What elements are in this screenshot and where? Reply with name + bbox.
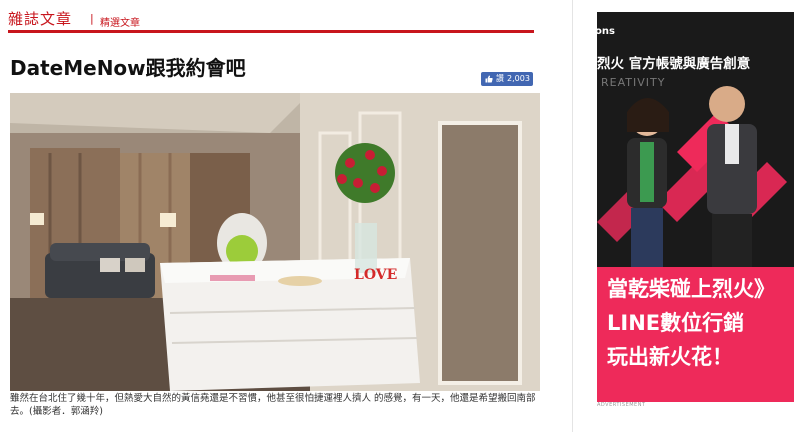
ad-people-illustration [597, 86, 787, 267]
ad-creativity: REATIVITY [601, 76, 666, 89]
like-count: 2,003 [507, 74, 530, 83]
ad-brand: ons [597, 26, 615, 37]
article-title: DateMeNow跟我約會吧 [10, 56, 246, 80]
section-rule [8, 30, 534, 33]
section-header: 雜誌文章 | 精選文章 [8, 6, 534, 34]
section-separator: | [90, 12, 94, 25]
photo-sign: LOVE [354, 267, 398, 283]
thumbs-up-icon [485, 75, 493, 83]
ad-label: ADVERTISEMENT [597, 402, 646, 408]
ad-line-3: 玩出新火花！ [607, 345, 733, 369]
ad-hero: ons 烈火 官方帳號與廣告創意 REATIVITY [597, 12, 794, 267]
lobby-photo-illustration [10, 93, 540, 391]
main-column: 雜誌文章 | 精選文章 DateMeNow跟我約會吧 讚 2,003 LOVE … [0, 0, 545, 432]
ad-copy-panel: 當乾柴碰上烈火》 LINE數位行銷 玩出新火花！ [597, 267, 794, 402]
like-label: 讚 [496, 74, 504, 83]
ad-headline: 烈火 官方帳號與廣告創意 [597, 56, 751, 72]
column-divider [572, 0, 573, 432]
ad-line-2: LINE數位行銷 [607, 311, 745, 335]
ad-line-1: 當乾柴碰上烈火》 [607, 277, 775, 301]
sidebar-ad[interactable]: ons 烈火 官方帳號與廣告創意 REATIVITY 當乾柴碰上烈火》 LINE… [597, 12, 794, 402]
like-button[interactable]: 讚 2,003 [481, 72, 533, 86]
article-photo: LOVE [10, 93, 540, 391]
section-title[interactable]: 雜誌文章 [8, 8, 72, 29]
photo-caption: 雖然在台北住了幾十年，但熱愛大自然的黃信堯還是不習慣，他甚至很怕捷運裡人擠人 的… [10, 393, 536, 417]
section-subtitle[interactable]: 精選文章 [100, 14, 140, 29]
